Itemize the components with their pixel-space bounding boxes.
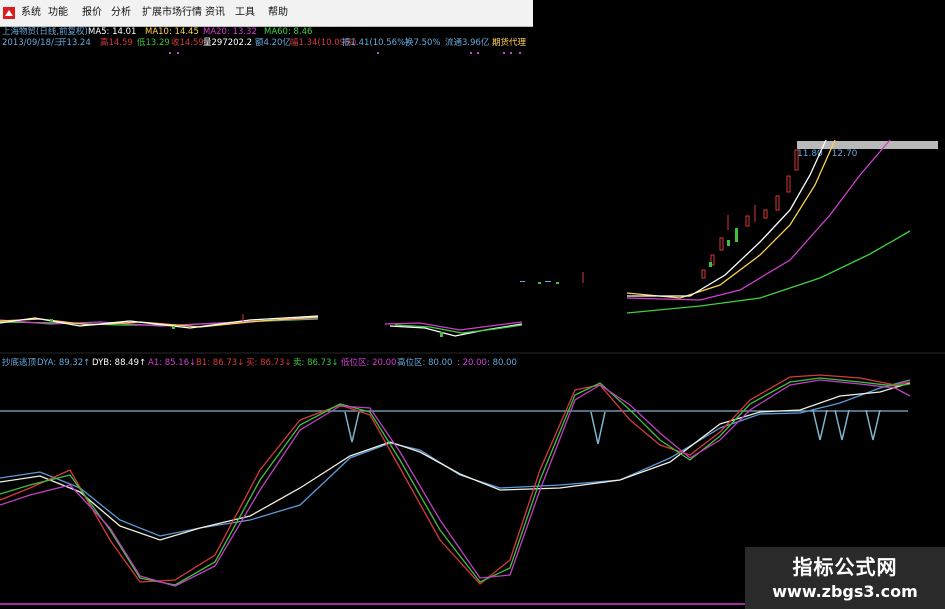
indicator-low-zone: 低位区: 20.00 [341, 358, 397, 368]
ma60-line-right [626, 230, 911, 314]
indicator-line-blue [0, 379, 911, 537]
signal-markers [344, 409, 881, 445]
menu-bar: 系统 功能 报价 分析 扩展市场行情 资讯 工具 帮助 [0, 0, 533, 27]
info-close: 收14.59 [171, 38, 204, 48]
info-float: 流通3.96亿 [445, 38, 490, 48]
ma20-label: MA20: 13.32 [203, 27, 257, 37]
menu-item-tools[interactable]: 工具 [232, 0, 258, 26]
watermark: 指标公式网 www.zbgs3.com [745, 547, 945, 609]
ma60-line-left [0, 318, 319, 326]
indicator-low-value: : 20.00 [457, 358, 487, 368]
indicator-line-white [0, 382, 911, 541]
watermark-url: www.zbgs3.com [772, 582, 918, 601]
info-volume: 量297202.2 [203, 38, 253, 48]
info-high: 高14.59 [100, 38, 133, 48]
price-label-low: 11.80 [797, 149, 823, 159]
watermark-title: 指标公式网 [792, 555, 898, 579]
ma10-line-right [626, 139, 836, 299]
menu-item-system[interactable]: 系统 [18, 0, 44, 26]
menu-item-news[interactable]: 资讯 [202, 0, 228, 26]
indicator-high-zone: 高位区: 80.00 [397, 358, 453, 368]
indicator-b1: B1: 86.73↓ [196, 358, 245, 368]
ma5-label: MA5: 14.01 [88, 27, 137, 37]
ma5-line-left [0, 315, 319, 329]
menu-item-extended-market[interactable]: 扩展市场行情 [139, 0, 205, 26]
ma-line-mid-1 [384, 321, 523, 331]
indicator-high-value: : 80.00 [487, 358, 517, 368]
menu-item-function[interactable]: 功能 [45, 0, 71, 26]
info-turnover: 换7.50% [405, 38, 441, 48]
info-ad: 期货代理 [492, 38, 527, 48]
indicator-dya: DYA: 89.32↑ [37, 358, 91, 368]
menu-item-quote[interactable]: 报价 [79, 0, 105, 26]
info-amount: 额4.20亿 [255, 38, 291, 48]
indicator-sell: 卖: 86.73↓ [293, 358, 339, 368]
ma20-line-right [626, 139, 891, 301]
scroll-indicator [797, 141, 938, 149]
ma60-label: MA60: 8.46 [264, 27, 313, 37]
ma-line-mid-3 [394, 324, 523, 334]
menu-item-analysis[interactable]: 分析 [108, 0, 134, 26]
candlesticks [50, 149, 799, 337]
price-label-high: 12.70 [831, 149, 858, 159]
menu-item-help[interactable]: 帮助 [265, 0, 291, 26]
chart-title: 上海物贸(日线,前复权) [2, 27, 88, 37]
ma10-line-left [0, 316, 319, 328]
ma10-label: MA10: 14.45 [145, 27, 199, 37]
ma5-line-right [627, 139, 827, 297]
app-logo-icon [3, 7, 15, 19]
info-date: 2013/09/18/三 [2, 38, 63, 48]
info-amplitude: 振1.41(10.56%) [342, 38, 409, 48]
ma-line-mid-2 [389, 323, 523, 337]
indicator-dyb: DYB: 88.49↑ [92, 358, 147, 368]
price-range-label: 11.80 12.70 [797, 149, 863, 159]
indicator-name: 抄底逃顶 [2, 358, 37, 368]
stock-chart-canvas[interactable] [0, 0, 945, 609]
indicator-buy: 买: 86.73↓ [246, 358, 292, 368]
info-low: 低13.29 [137, 38, 170, 48]
info-open: 开13.24 [58, 38, 91, 48]
ma20-line-left [0, 317, 319, 327]
indicator-a1: A1: 85.16↓ [148, 358, 197, 368]
